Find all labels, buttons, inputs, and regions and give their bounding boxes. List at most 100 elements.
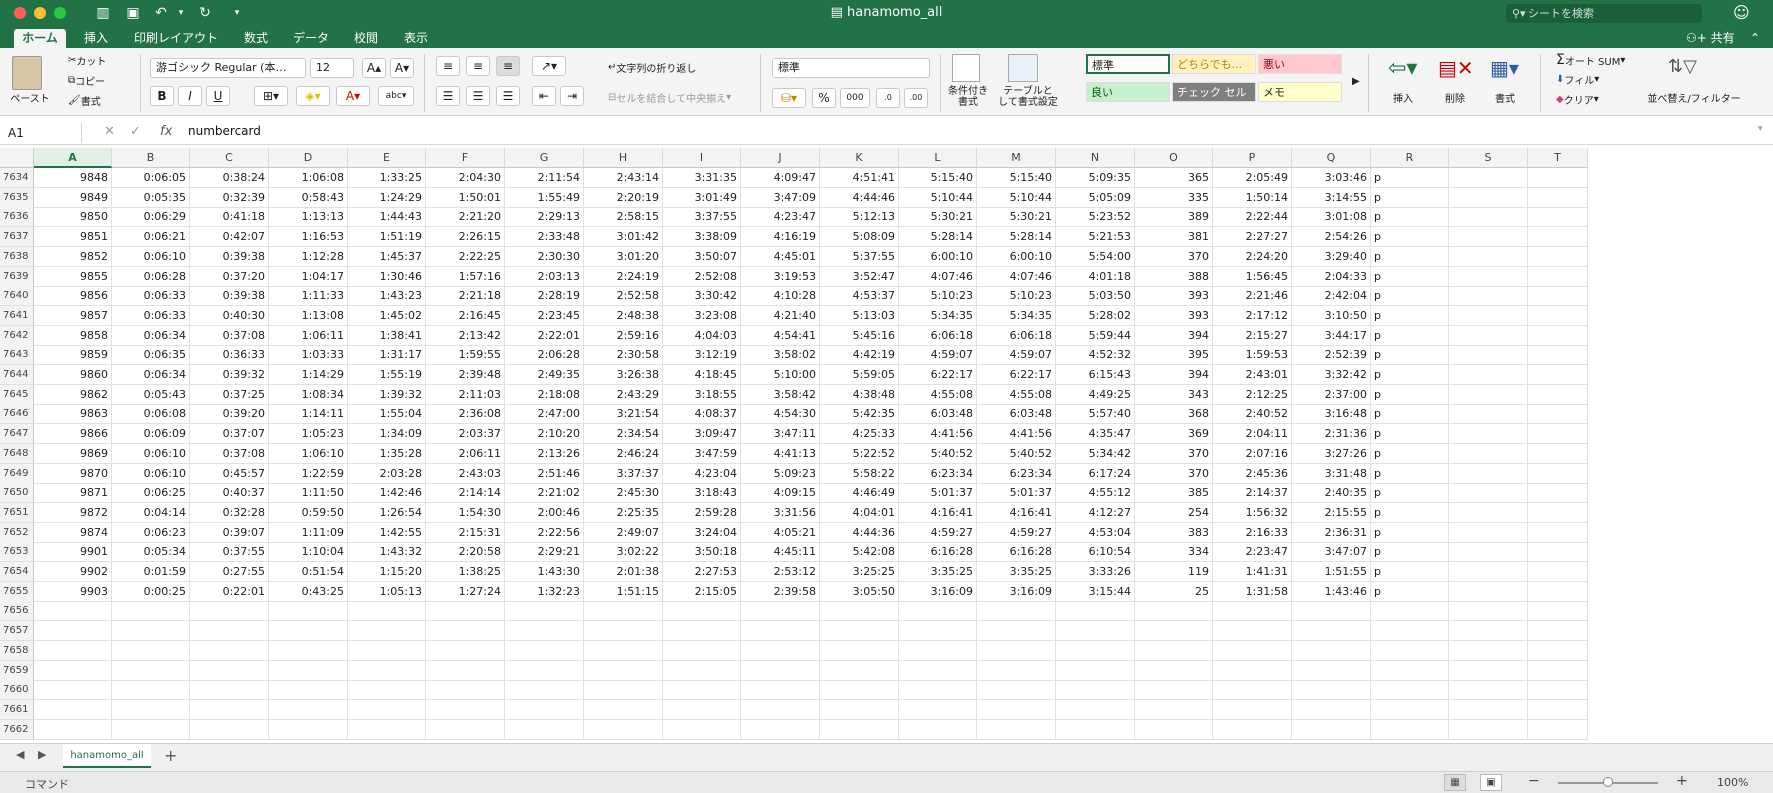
align-right-icon[interactable]: ☰: [496, 86, 520, 106]
cell[interactable]: 4:54:30: [741, 404, 820, 425]
cell[interactable]: 393: [1135, 305, 1213, 326]
cell[interactable]: 5:59:05: [820, 365, 899, 385]
cell[interactable]: 2:04:33: [1292, 266, 1371, 287]
cell[interactable]: 1:50:01: [426, 187, 505, 208]
cell[interactable]: [663, 719, 741, 740]
cell[interactable]: 2:53:12: [741, 562, 820, 582]
cell[interactable]: [899, 621, 977, 642]
cell[interactable]: [1528, 443, 1588, 464]
cell[interactable]: 2:16:33: [1213, 522, 1292, 543]
cell[interactable]: [1135, 699, 1213, 720]
cell[interactable]: 2:58:15: [584, 207, 663, 228]
cell[interactable]: [1528, 305, 1588, 326]
cell[interactable]: [1449, 621, 1528, 642]
column-header[interactable]: C: [190, 148, 269, 168]
cell[interactable]: 2:24:20: [1213, 246, 1292, 267]
cell[interactable]: 2:36:31: [1292, 522, 1371, 543]
cell[interactable]: 0:37:55: [190, 542, 269, 563]
percent-icon[interactable]: %: [812, 88, 836, 108]
cell[interactable]: [584, 699, 663, 720]
cell[interactable]: 9862: [34, 384, 112, 405]
cell[interactable]: 2:29:13: [505, 207, 584, 228]
cell[interactable]: [426, 660, 505, 681]
feedback-smiley-icon[interactable]: ☺: [1733, 3, 1750, 22]
cell[interactable]: 3:58:42: [741, 384, 820, 405]
cell[interactable]: 0:06:25: [112, 483, 190, 504]
cell[interactable]: 2:26:15: [426, 227, 505, 248]
cell[interactable]: [820, 719, 899, 740]
cell[interactable]: [899, 699, 977, 720]
cell[interactable]: 1:03:33: [269, 345, 348, 366]
row-header[interactable]: 7647: [0, 424, 34, 445]
cell[interactable]: 0:58:43: [269, 187, 348, 208]
cell[interactable]: 5:28:14: [977, 227, 1056, 248]
cell[interactable]: p: [1371, 502, 1449, 523]
cell[interactable]: 5:09:35: [1056, 168, 1135, 188]
cell[interactable]: 0:51:54: [269, 562, 348, 582]
cell[interactable]: 9850: [34, 207, 112, 228]
cell[interactable]: [1449, 719, 1528, 740]
cell[interactable]: 2:27:53: [663, 562, 741, 582]
cell[interactable]: 1:31:17: [348, 345, 426, 366]
cell[interactable]: [899, 719, 977, 740]
cell[interactable]: [112, 640, 190, 661]
sort-filter-label[interactable]: 並べ替え/フィルター: [1644, 94, 1744, 105]
cell[interactable]: [1056, 601, 1135, 622]
cell[interactable]: [1528, 424, 1588, 445]
cell[interactable]: 5:42:35: [820, 404, 899, 425]
column-header[interactable]: F: [426, 148, 505, 168]
cell[interactable]: 4:35:47: [1056, 424, 1135, 445]
cell[interactable]: [190, 699, 269, 720]
cell[interactable]: 3:31:56: [741, 502, 820, 523]
cell[interactable]: 3:05:50: [820, 581, 899, 602]
cell[interactable]: 4:53:37: [820, 286, 899, 307]
cell[interactable]: 3:37:37: [584, 463, 663, 484]
cell[interactable]: 0:05:43: [112, 384, 190, 405]
cell[interactable]: 0:39:07: [190, 522, 269, 543]
cell[interactable]: [1292, 699, 1371, 720]
cell[interactable]: 4:55:12: [1056, 483, 1135, 504]
cell[interactable]: [348, 719, 426, 740]
cell[interactable]: 394: [1135, 365, 1213, 385]
cell[interactable]: 3:01:20: [584, 246, 663, 267]
cell[interactable]: 2:30:30: [505, 246, 584, 267]
cell[interactable]: [1449, 187, 1528, 208]
cell[interactable]: [663, 699, 741, 720]
row-header[interactable]: 7662: [0, 719, 34, 740]
cell[interactable]: 6:16:28: [899, 542, 977, 563]
cell[interactable]: [269, 640, 348, 661]
cell[interactable]: [1371, 621, 1449, 642]
cell[interactable]: 0:06:21: [112, 227, 190, 248]
cell[interactable]: [348, 640, 426, 661]
cell[interactable]: 4:59:27: [977, 522, 1056, 543]
fill-button[interactable]: ⬇ フィル ▾: [1556, 72, 1599, 87]
insert-label[interactable]: 挿入: [1388, 94, 1418, 105]
cell[interactable]: 5:22:52: [820, 443, 899, 464]
cell[interactable]: 1:14:11: [269, 404, 348, 425]
cell[interactable]: 2:42:04: [1292, 286, 1371, 307]
cell[interactable]: 2:22:25: [426, 246, 505, 267]
cell[interactable]: 2:24:19: [584, 266, 663, 287]
row-header[interactable]: 7641: [0, 305, 34, 326]
cell[interactable]: 5:10:44: [977, 187, 1056, 208]
cell[interactable]: 1:45:02: [348, 305, 426, 326]
cell[interactable]: 4:55:08: [899, 384, 977, 405]
cell[interactable]: 2:30:58: [584, 345, 663, 366]
cell[interactable]: 3:16:09: [977, 581, 1056, 602]
row-header[interactable]: 7650: [0, 483, 34, 504]
cell[interactable]: 2:03:37: [426, 424, 505, 445]
cell[interactable]: [1213, 601, 1292, 622]
cell[interactable]: [820, 601, 899, 622]
cell[interactable]: 2:13:42: [426, 325, 505, 346]
column-header[interactable]: R: [1371, 148, 1449, 168]
cell[interactable]: 4:04:01: [820, 502, 899, 523]
cell[interactable]: 1:43:30: [505, 562, 584, 582]
currency-icon[interactable]: ⛁▾: [772, 88, 806, 108]
row-header[interactable]: 7637: [0, 227, 34, 248]
cell[interactable]: [1528, 522, 1588, 543]
cell[interactable]: 393: [1135, 286, 1213, 307]
zoom-slider-handle[interactable]: [1603, 777, 1613, 787]
cell[interactable]: [1449, 483, 1528, 504]
cell[interactable]: [1528, 562, 1588, 582]
cell[interactable]: 2:13:26: [505, 443, 584, 464]
